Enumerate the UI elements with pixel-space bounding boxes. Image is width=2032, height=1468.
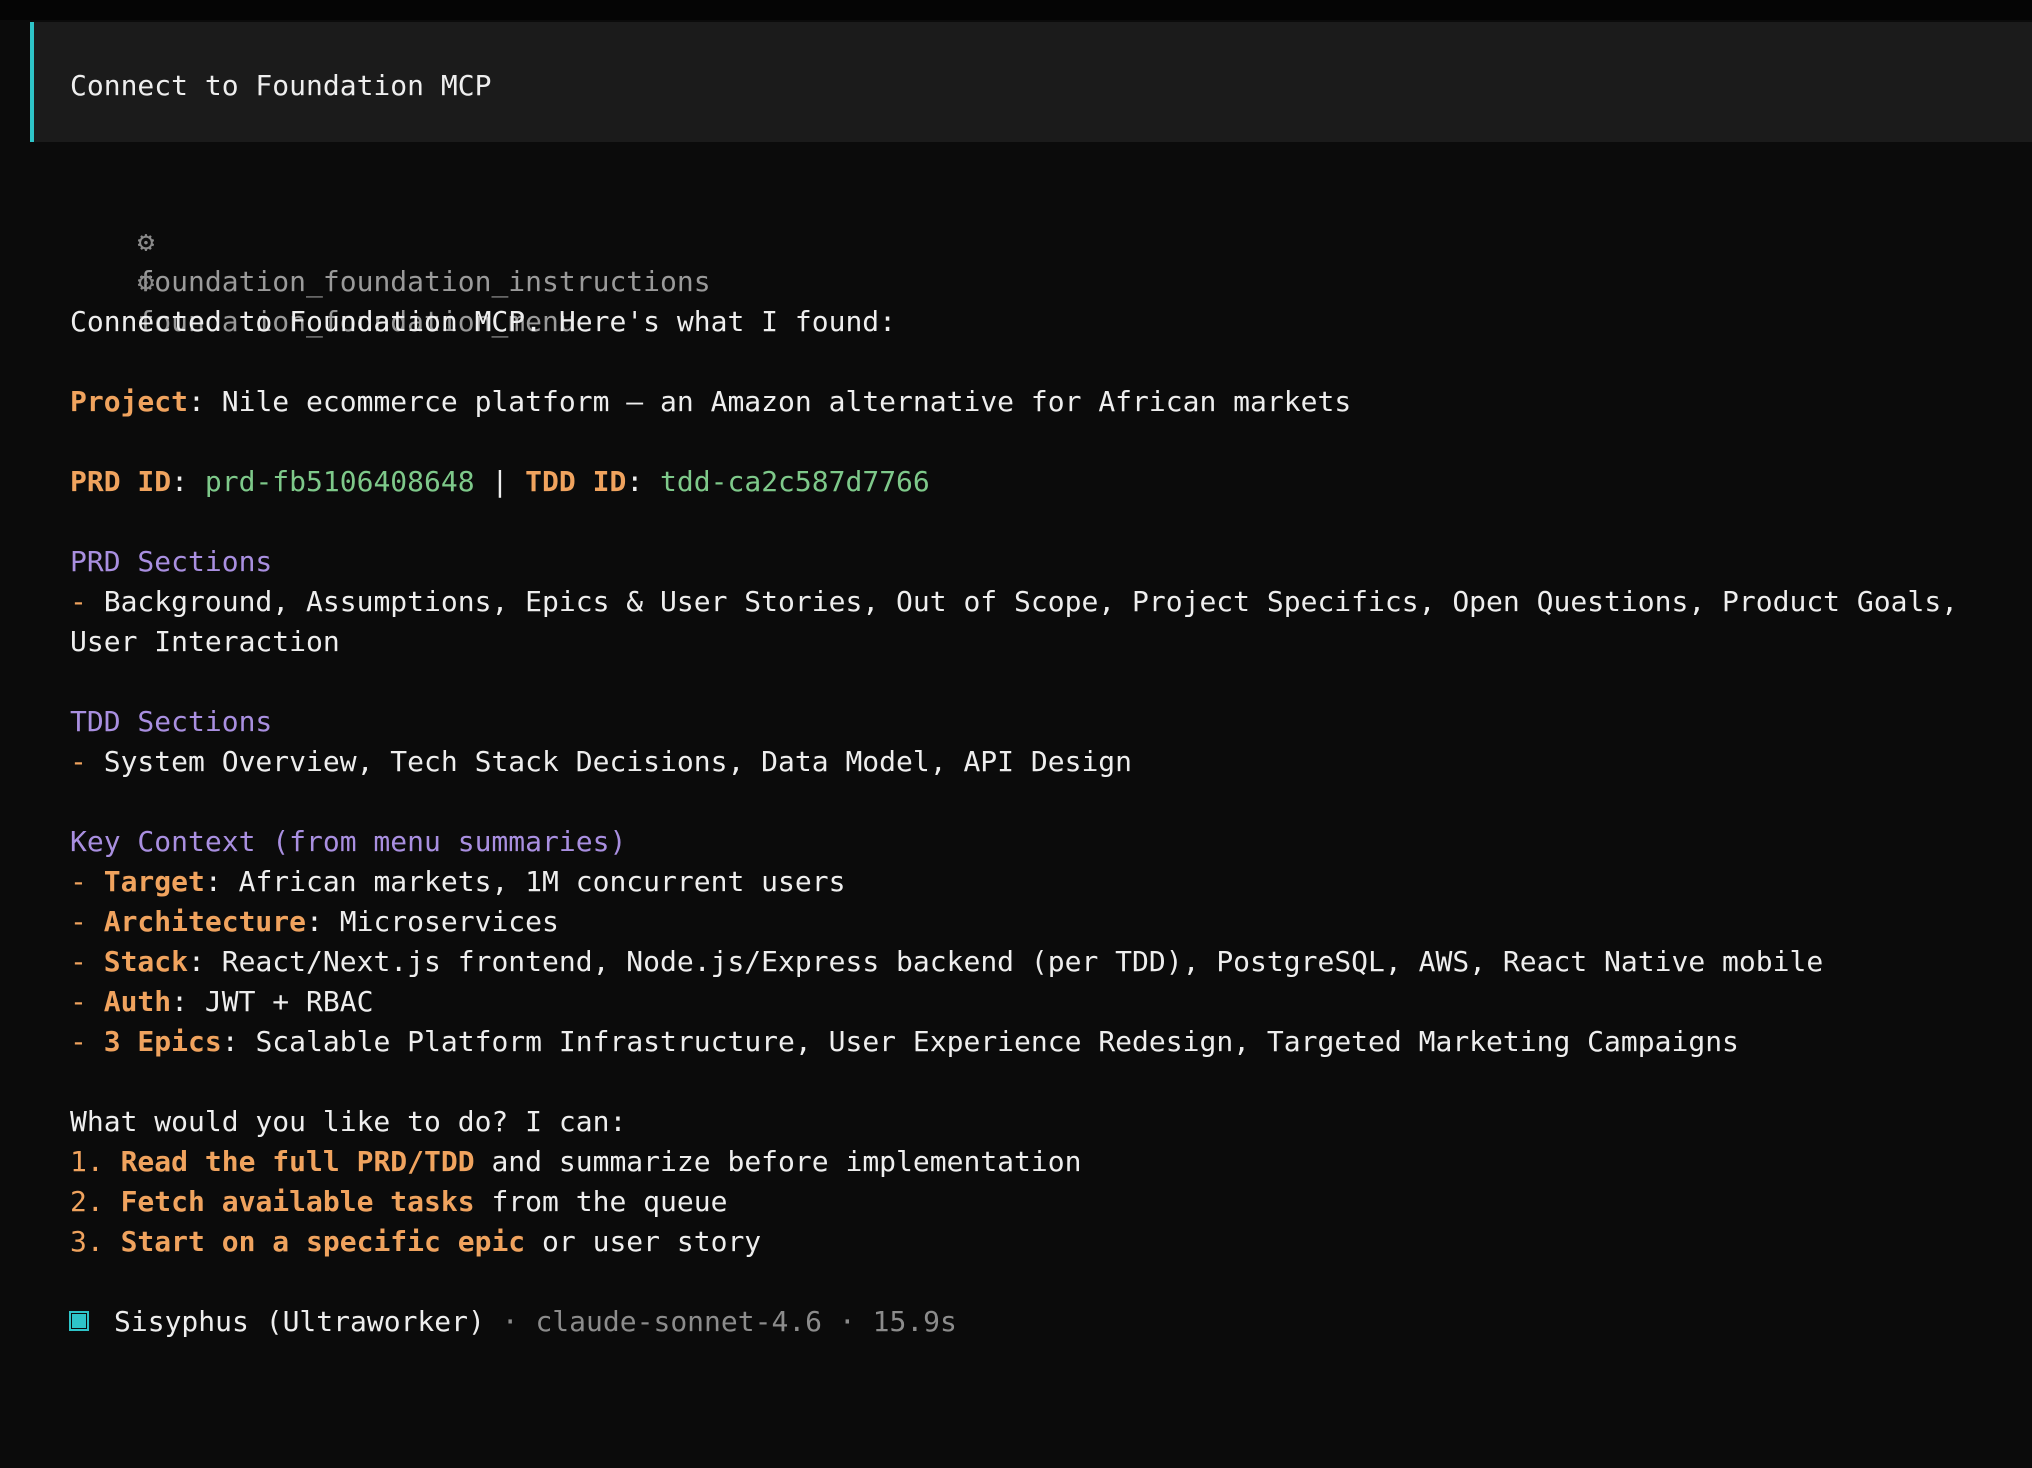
assistant-response: ⚙ foundation_foundation_instructions ⚙ f…: [69, 182, 1990, 1342]
window-top-bar: [0, 0, 2032, 20]
prd-sections-heading: PRD Sections: [70, 545, 273, 578]
user-prompt-text: Connect to Foundation MCP: [70, 69, 492, 102]
context-value: : Microservices: [306, 905, 559, 938]
project-value: : Nile ecommerce platform — an Amazon al…: [188, 385, 1352, 418]
footer-separator: ·: [822, 1305, 873, 1338]
option-number: 2.: [70, 1185, 121, 1218]
tdd-id-label: TDD ID: [525, 465, 627, 498]
context-label: Auth: [103, 985, 172, 1018]
option-item: 3. Start on a specific epic or user stor…: [70, 1222, 1990, 1262]
project-line: Project: Nile ecommerce platform — an Am…: [70, 382, 1990, 422]
tdd-id-value: tdd-ca2c587d7766: [660, 465, 930, 498]
context-value: : African markets, 1M concurrent users: [204, 865, 846, 898]
option-item: 1. Read the full PRD/TDD and summarize b…: [70, 1142, 1990, 1182]
tool-call-instructions[interactable]: ⚙ foundation_foundation_instructions: [70, 182, 1990, 298]
bullet-dash: -: [70, 865, 104, 898]
key-context-item: - Stack: React/Next.js frontend, Node.js…: [70, 942, 1990, 982]
context-label: Architecture: [103, 905, 307, 938]
prd-id-label: PRD ID: [70, 465, 172, 498]
gear-icon: ⚙: [137, 225, 155, 258]
footer-separator: ·: [484, 1305, 536, 1338]
question-line: What would you like to do? I can:: [70, 1105, 627, 1138]
tdd-sections-list: - System Overview, Tech Stack Decisions,…: [70, 742, 1990, 782]
key-context-heading: Key Context (from menu summaries): [70, 825, 627, 858]
context-value: : JWT + RBAC: [171, 985, 374, 1018]
option-rest: or user story: [525, 1225, 762, 1258]
key-context-item: - 3 Epics: Scalable Platform Infrastruct…: [70, 1022, 1990, 1062]
option-action: Fetch available tasks: [120, 1185, 475, 1218]
bullet-dash: -: [70, 945, 104, 978]
option-rest: and summarize before implementation: [474, 1145, 1082, 1178]
duration: 15.9s: [872, 1305, 957, 1338]
tdd-sections-heading: TDD Sections: [70, 705, 273, 738]
agent-name: Sisyphus (Ultraworker): [114, 1305, 485, 1338]
context-value: : React/Next.js frontend, Node.js/Expres…: [188, 945, 1824, 978]
context-value: : Scalable Platform Infrastructure, User…: [221, 1025, 1739, 1058]
gear-icon: ⚙: [137, 265, 155, 298]
context-label: 3 Epics: [103, 1025, 222, 1058]
separator: :: [626, 465, 661, 498]
response-intro: Connected to Foundation MCP. Here's what…: [70, 305, 897, 338]
bullet-dash: -: [70, 985, 104, 1018]
tool-name: foundation_foundation_instructions: [137, 265, 711, 298]
prd-sections-list: - Background, Assumptions, Epics & User …: [70, 582, 1970, 662]
option-number: 1.: [70, 1145, 121, 1178]
pipe-separator: |: [474, 465, 526, 498]
context-label: Target: [103, 865, 205, 898]
bullet-dash: -: [70, 585, 104, 618]
key-context-item: - Target: African markets, 1M concurrent…: [70, 862, 1990, 902]
project-label: Project: [70, 385, 189, 418]
option-item: 2. Fetch available tasks from the queue: [70, 1182, 1990, 1222]
option-action: Start on a specific epic: [120, 1225, 526, 1258]
key-context-item: - Architecture: Microservices: [70, 902, 1990, 942]
tool-call-menu[interactable]: ⚙ foundation_foundation_menu: [70, 222, 1990, 338]
model-name: claude-sonnet-4.6: [535, 1305, 823, 1338]
context-label: Stack: [103, 945, 189, 978]
user-prompt-block: Connect to Foundation MCP: [30, 22, 2032, 142]
ids-line: PRD ID: prd-fb5106408648 | TDD ID: tdd-c…: [70, 462, 1990, 502]
bullet-dash: -: [70, 905, 104, 938]
prd-id-value: prd-fb5106408648: [204, 465, 475, 498]
prd-sections-text: Background, Assumptions, Epics & User St…: [70, 585, 1959, 658]
tdd-sections-text: System Overview, Tech Stack Decisions, D…: [103, 745, 1133, 778]
option-action: Read the full PRD/TDD: [120, 1145, 475, 1178]
bullet-dash: -: [70, 745, 104, 778]
option-rest: from the queue: [474, 1185, 728, 1218]
separator: :: [171, 465, 205, 498]
agent-footer: Sisyphus (Ultraworker) · claude-sonnet-4…: [69, 1302, 1990, 1342]
bullet-dash: -: [70, 1025, 104, 1058]
option-number: 3.: [70, 1225, 121, 1258]
key-context-item: - Auth: JWT + RBAC: [70, 982, 1990, 1022]
agent-status-icon: [69, 1311, 89, 1331]
